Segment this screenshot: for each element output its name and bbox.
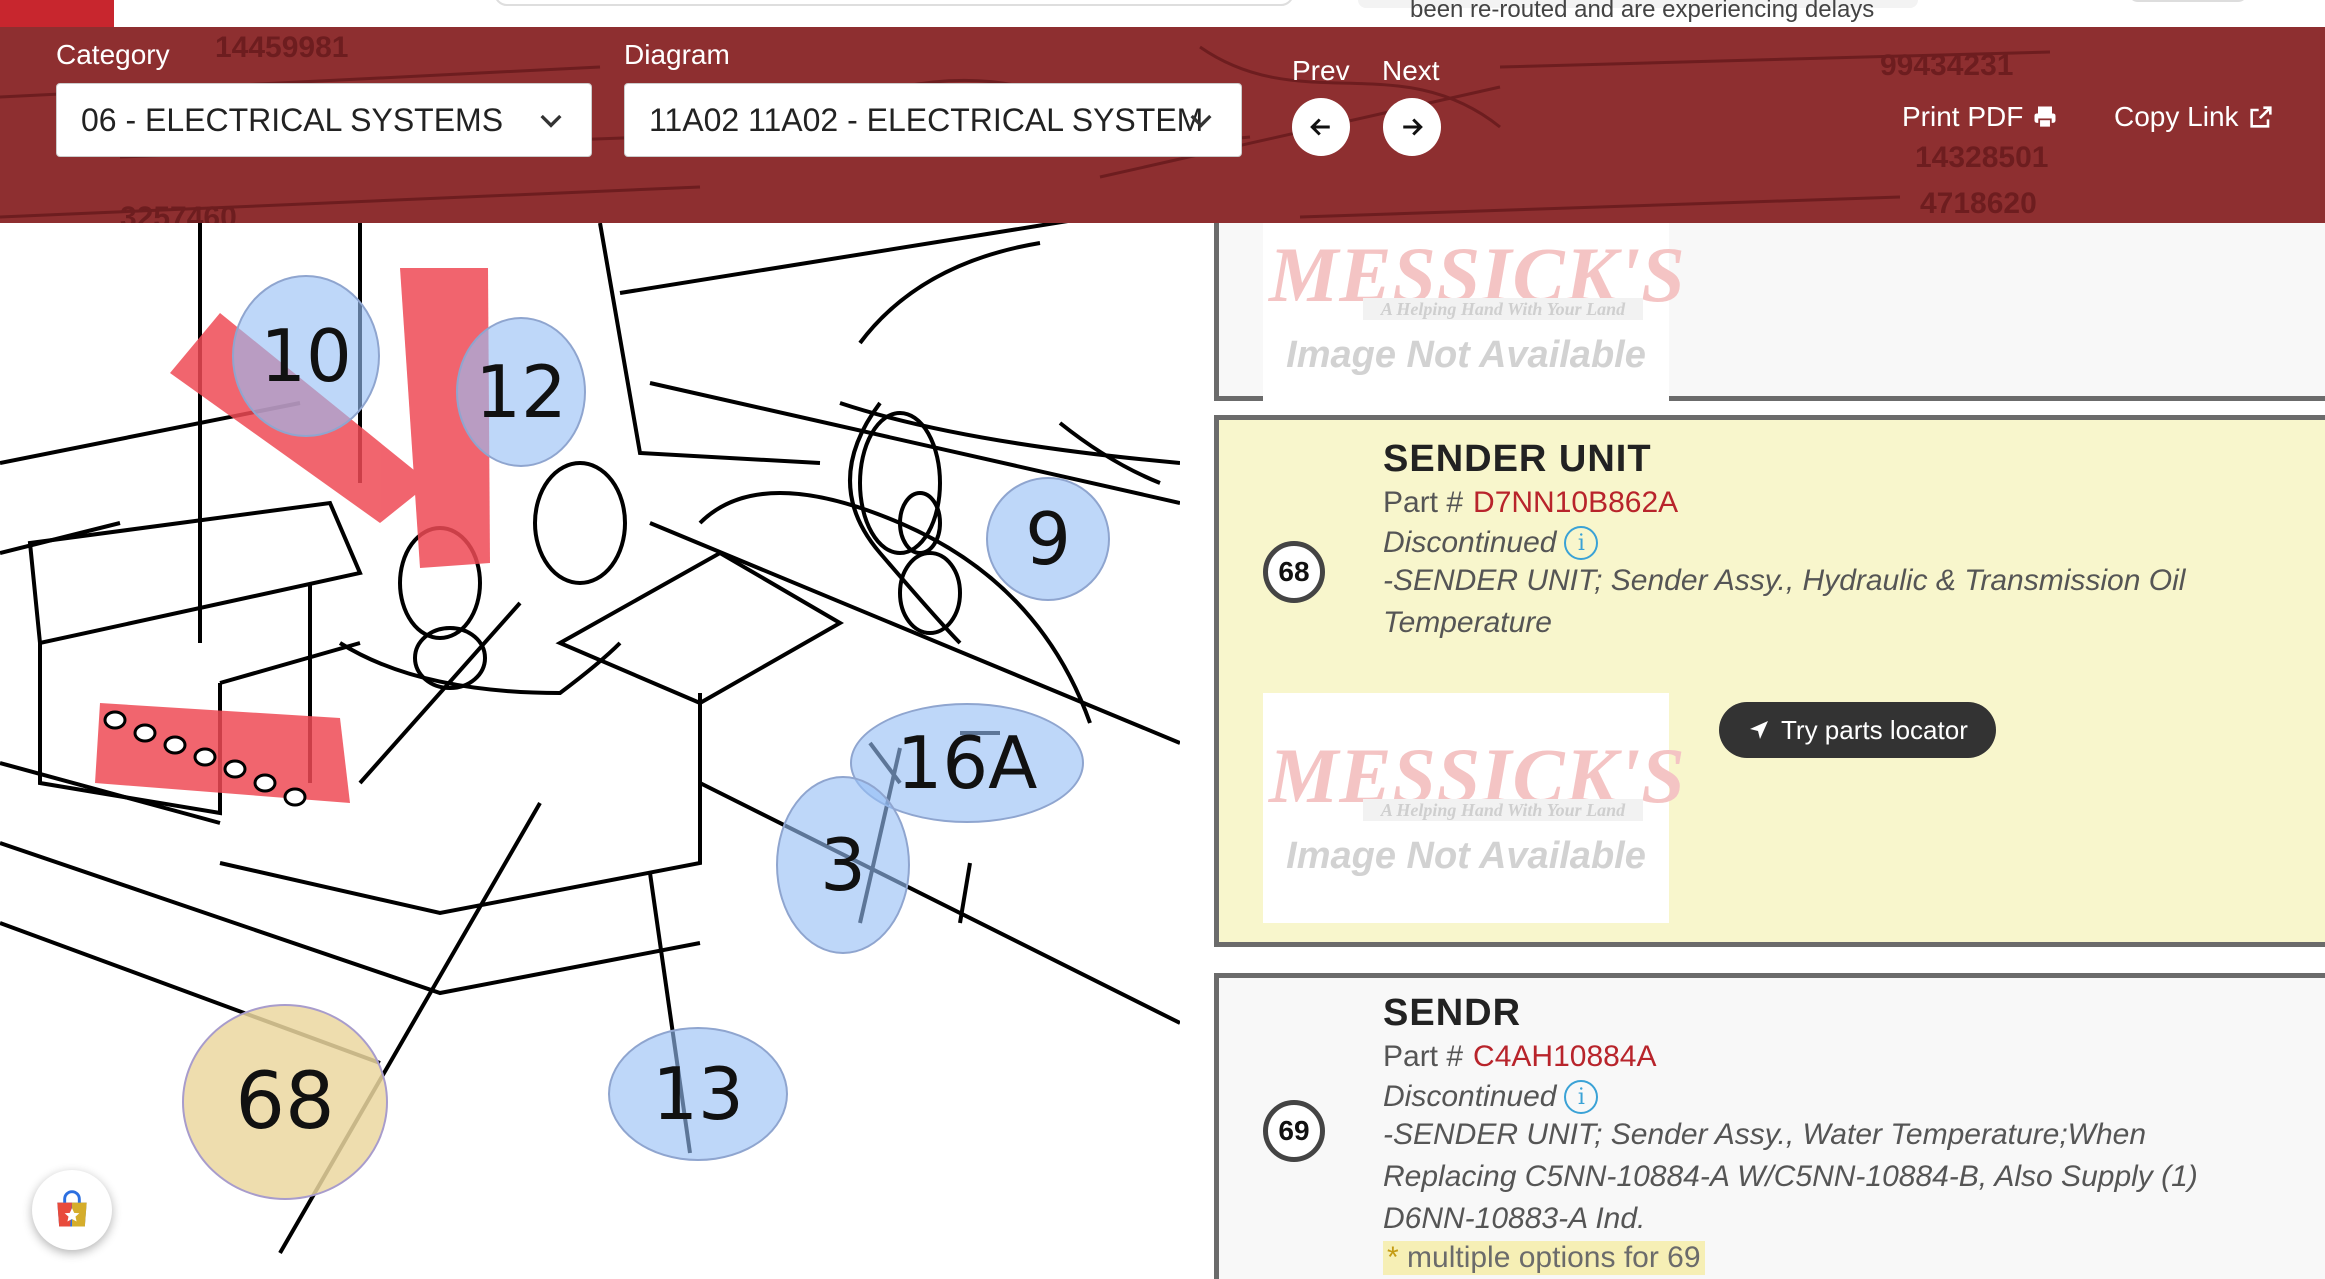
part-description: -SENDER UNIT; Sender Assy., Hydraulic & …: [1383, 564, 2186, 639]
bg-number-2: 99434231: [1880, 49, 2013, 82]
messicks-tagline: A Helping Hand With Your Land: [1363, 298, 1643, 320]
bg-number-4: 4718620: [1920, 187, 2037, 220]
info-icon[interactable]: i: [1564, 526, 1599, 560]
shopping-widget-button[interactable]: [32, 1170, 112, 1250]
part-card: MESSICK'S A Helping Hand With Your Land …: [1214, 223, 2325, 422]
diagram-toolbar: 14459981 99434231 14328501 4718620 32574…: [0, 27, 2325, 223]
diagram-value: 11A02 11A02 - ELECTRICAL SYSTEM: [649, 101, 1204, 138]
part-status: Discontinued i: [1383, 1080, 1599, 1114]
next-button[interactable]: [1383, 98, 1441, 156]
multiple-options-text: multiple options for 69: [1407, 1241, 1701, 1274]
copy-link[interactable]: Copy Link: [2114, 101, 2275, 133]
messicks-tagline: A Helping Hand With Your Land: [1363, 799, 1643, 821]
callout-label: 13: [652, 1052, 744, 1136]
diagram-select[interactable]: 11A02 11A02 - ELECTRICAL SYSTEM: [624, 83, 1242, 157]
diagram-label: Diagram: [624, 39, 730, 70]
part-card-69[interactable]: SENDR Part # C4AH10884A Discontinued i -S…: [1214, 973, 2325, 1279]
category-label: Category: [56, 39, 170, 70]
category-value: 06 - ELECTRICAL SYSTEMS: [81, 101, 504, 138]
brand-tab[interactable]: [0, 0, 114, 27]
part-number-label: Part #: [1383, 1040, 1464, 1073]
copy-link-label: Copy Link: [2114, 101, 2239, 132]
parts-diagram[interactable]: 10 12 9 16A 3 68 13: [0, 223, 1180, 1279]
part-status: Discontinued i: [1383, 526, 1599, 560]
search-input[interactable]: [494, 0, 1294, 6]
info-icon[interactable]: i: [1564, 1080, 1599, 1114]
top-account-button[interactable]: [2128, 0, 2248, 2]
callout-3[interactable]: 3: [776, 776, 910, 954]
print-pdf-link[interactable]: Print PDF: [1902, 101, 2059, 133]
callout-label: 12: [475, 350, 567, 434]
printer-icon: [2034, 106, 2056, 129]
bg-number-5: 3257460: [120, 201, 237, 223]
multiple-options-note[interactable]: * multiple options for 69: [1383, 1241, 1705, 1275]
callout-68[interactable]: 68: [182, 1004, 388, 1200]
part-image-placeholder: MESSICK'S A Helping Hand With Your Land …: [1263, 693, 1685, 923]
print-pdf-label: Print PDF: [1902, 101, 2024, 132]
bg-number-3: 14328501: [1915, 141, 2048, 174]
callout-10[interactable]: 10: [232, 275, 380, 437]
category-select[interactable]: 06 - ELECTRICAL SYSTEMS: [56, 83, 592, 157]
status-text: Discontinued: [1383, 526, 1557, 559]
part-number-label: Part #: [1383, 486, 1464, 519]
arrow-left-icon: [1310, 118, 1330, 136]
image-not-available-text: Image Not Available: [1286, 835, 1646, 877]
callout-label: 16A: [896, 721, 1038, 805]
parts-list: MESSICK'S A Helping Hand With Your Land …: [1180, 223, 2325, 1279]
try-parts-locator-button[interactable]: Try parts locator: [1719, 702, 1996, 758]
part-title: SENDR: [1383, 992, 1522, 1034]
prev-label: Prev: [1292, 55, 1350, 86]
top-strip: been re-routed and are experiencing dela…: [0, 0, 2325, 27]
status-text: Discontinued: [1383, 1080, 1557, 1113]
part-description: -SENDER UNIT; Sender Assy., Water Temper…: [1383, 1118, 2198, 1235]
callout-number-badge[interactable]: 69: [1263, 1100, 1325, 1162]
callout-9[interactable]: 9: [986, 477, 1110, 601]
bg-number-1: 14459981: [215, 31, 348, 64]
part-title: SENDER UNIT: [1383, 438, 1652, 480]
part-number-row: Part # C4AH10884A: [1383, 1040, 1657, 1074]
callout-13[interactable]: 13: [608, 1027, 788, 1161]
chevron-down-icon: [540, 114, 562, 128]
callout-12[interactable]: 12: [456, 317, 586, 467]
asterisk: *: [1387, 1241, 1399, 1274]
shipping-notice: been re-routed and are experiencing dela…: [1358, 0, 1918, 23]
location-arrow-icon: [1750, 721, 1768, 739]
part-image-placeholder: MESSICK'S A Helping Hand With Your Land …: [1263, 223, 1685, 422]
callout-label: 10: [260, 314, 352, 398]
part-number-link[interactable]: C4AH10884A: [1473, 1040, 1656, 1073]
image-not-available-text: Image Not Available: [1286, 334, 1646, 376]
callout-number-badge[interactable]: 68: [1263, 541, 1325, 603]
callout-label: 68: [235, 1057, 335, 1147]
part-number-row: Part # D7NN10B862A: [1383, 486, 1678, 520]
external-link-icon: [2249, 106, 2272, 128]
arrow-right-icon: [1403, 118, 1423, 136]
part-card-68[interactable]: SENDER UNIT Part # D7NN10B862A Discontinu…: [1214, 415, 2325, 947]
prev-button[interactable]: [1292, 98, 1350, 156]
notice-text: been re-routed and are experiencing dela…: [1410, 0, 1875, 23]
chevron-down-icon: [1190, 114, 1212, 128]
callout-label: 9: [1025, 497, 1071, 581]
locator-label: Try parts locator: [1781, 714, 1968, 745]
callout-label: 3: [820, 823, 866, 907]
shopping-bag-star-icon: [57, 1190, 87, 1227]
next-label: Next: [1382, 55, 1440, 86]
part-number-link[interactable]: D7NN10B862A: [1473, 486, 1678, 519]
